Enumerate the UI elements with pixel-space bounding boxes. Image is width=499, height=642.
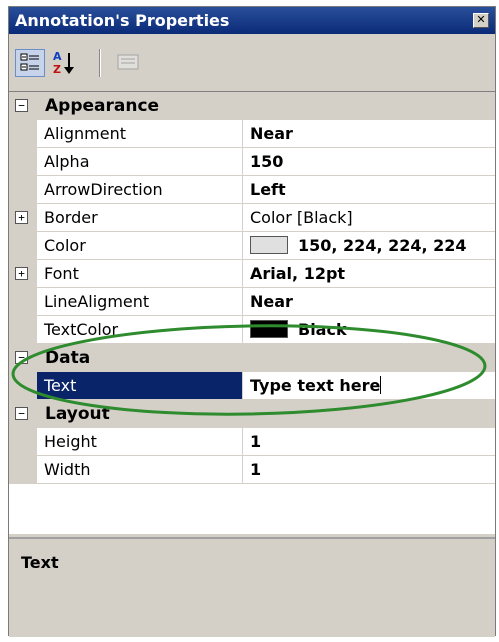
expand-icon[interactable]: + [15,267,28,280]
property-row-alpha[interactable]: Alpha 150 [9,148,495,176]
collapse-icon[interactable]: − [15,99,28,112]
property-pages-icon [117,54,139,70]
alphabetical-icon: A Z [53,50,74,76]
help-title: Text [21,553,59,572]
close-button[interactable]: ✕ [473,13,489,28]
help-pane: Text [9,537,495,637]
property-row-text[interactable]: Text Type text here [9,372,495,400]
property-name: Border [37,204,243,232]
property-row-textcolor[interactable]: TextColor Black [9,316,495,344]
color-swatch [250,320,288,338]
categorized-icon [20,53,39,71]
title-bar: Annotation's Properties ✕ [9,7,495,34]
property-value[interactable]: 1 [243,456,495,484]
toolbar-separator [99,49,101,77]
property-name: TextColor [37,316,243,344]
toolbar: A Z [9,35,495,91]
property-name: Alignment [37,120,243,148]
property-value[interactable]: 150, 224, 224, 224 [243,232,495,260]
property-grid: − Appearance Alignment Near Alpha 150 Ar… [9,91,495,534]
color-value-text: Black [298,320,347,339]
property-row-alignment[interactable]: Alignment Near [9,120,495,148]
category-label: Layout [45,404,110,424]
property-name: Width [37,456,243,484]
property-row-arrowdirection[interactable]: ArrowDirection Left [9,176,495,204]
close-icon: ✕ [476,14,486,26]
category-appearance[interactable]: − Appearance [9,92,495,120]
property-value[interactable]: Arial, 12pt [243,260,495,288]
svg-text:A: A [53,50,62,63]
category-label: Appearance [45,96,160,116]
property-value[interactable]: Near [243,120,495,148]
property-name: Height [37,428,243,456]
property-value[interactable]: Color [Black] [243,204,495,232]
alphabetical-button[interactable]: A Z [50,49,80,77]
category-data[interactable]: − Data [9,344,495,372]
property-value[interactable]: Near [243,288,495,316]
text-value-input[interactable]: Type text here [243,372,495,400]
property-row-height[interactable]: Height 1 [9,428,495,456]
property-name: LineAligment [37,288,243,316]
property-name: Color [37,232,243,260]
color-value-text: 150, 224, 224, 224 [298,236,467,255]
text-caret [380,376,382,394]
collapse-icon[interactable]: − [15,351,28,364]
property-row-linealigment[interactable]: LineAligment Near [9,288,495,316]
property-row-font[interactable]: + Font Arial, 12pt [9,260,495,288]
category-layout[interactable]: − Layout [9,400,495,428]
property-name: ArrowDirection [37,176,243,204]
collapse-icon[interactable]: − [15,407,28,420]
property-name: Alpha [37,148,243,176]
property-value[interactable]: Black [243,316,495,344]
categorized-button[interactable] [15,49,45,77]
window-title: Annotation's Properties [15,11,230,30]
svg-text:Z: Z [53,63,61,76]
property-value[interactable]: 1 [243,428,495,456]
property-row-width[interactable]: Width 1 [9,456,495,484]
property-row-border[interactable]: + Border Color [Black] [9,204,495,232]
property-name: Font [37,260,243,288]
property-name: Text [37,372,243,400]
property-pages-button[interactable] [114,49,144,77]
properties-window: Annotation's Properties ✕ A Z − Appearan… [8,6,496,637]
property-row-color[interactable]: Color 150, 224, 224, 224 [9,232,495,260]
property-value[interactable]: 150 [243,148,495,176]
color-swatch [250,236,288,254]
property-value[interactable]: Left [243,176,495,204]
text-value: Type text here [250,376,381,395]
category-label: Data [45,348,91,368]
expand-icon[interactable]: + [15,211,28,224]
